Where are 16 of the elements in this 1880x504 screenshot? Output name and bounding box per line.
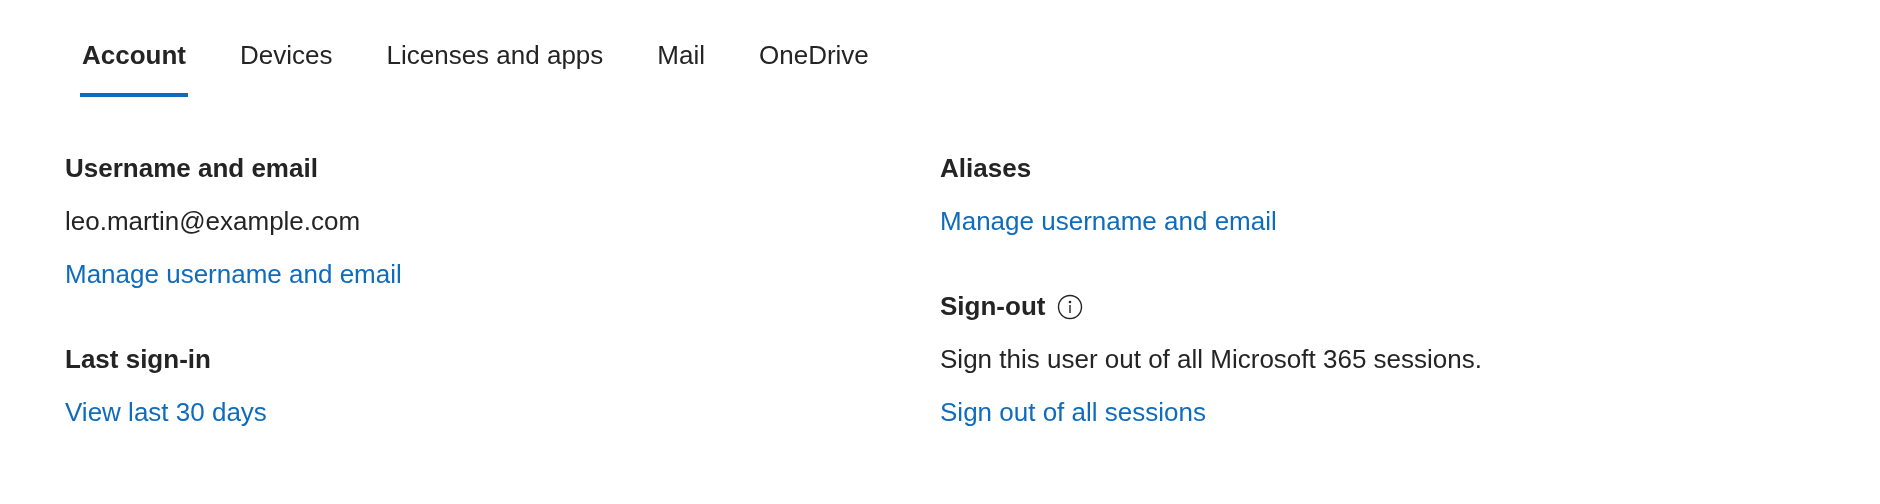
section-title: Aliases bbox=[940, 152, 1032, 185]
link[interactable]: Manage username and email bbox=[65, 259, 402, 289]
info-icon[interactable] bbox=[1057, 293, 1084, 320]
link[interactable]: View last 30 days bbox=[65, 397, 267, 427]
link[interactable]: Manage username and email bbox=[940, 206, 1277, 236]
tab[interactable]: Devices bbox=[238, 28, 335, 97]
link[interactable]: Sign out of all sessions bbox=[940, 397, 1206, 427]
section-title: Sign-out bbox=[940, 290, 1046, 323]
value-text: leo.martin@example.com bbox=[65, 206, 361, 236]
section-title: Username and email bbox=[65, 152, 318, 185]
tab[interactable]: Mail bbox=[655, 28, 707, 97]
tab[interactable]: Licenses and apps bbox=[384, 28, 606, 97]
section-title: Last sign-in bbox=[65, 343, 211, 376]
tab[interactable]: OneDrive bbox=[757, 28, 871, 97]
value-text: Sign this user out of all Microsoft 365 sessions. bbox=[940, 344, 1482, 374]
tab[interactable]: Account bbox=[80, 28, 188, 97]
